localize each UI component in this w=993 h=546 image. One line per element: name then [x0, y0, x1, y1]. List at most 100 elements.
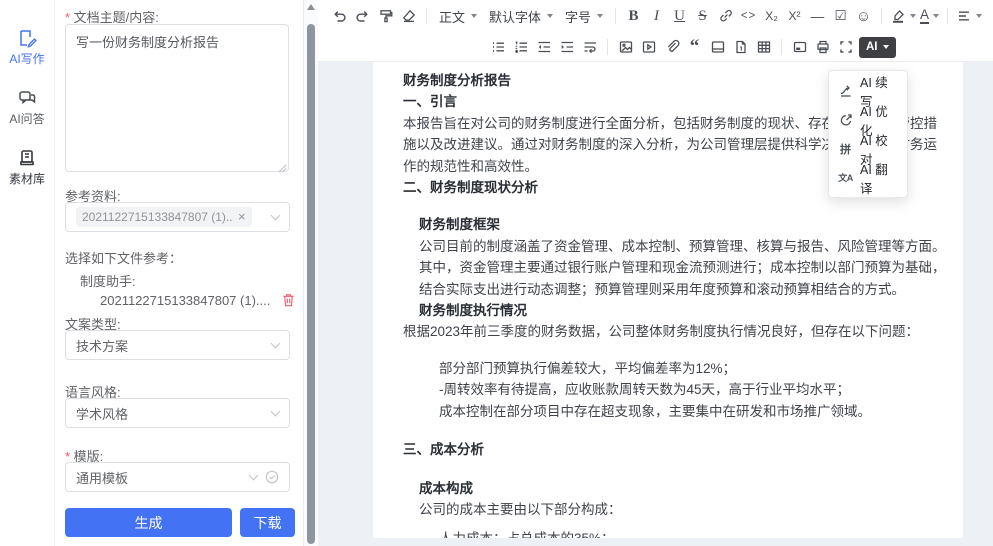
superscript-icon[interactable]: X² [783, 4, 806, 28]
caret-down-icon [547, 14, 553, 18]
todo-checkbox-icon[interactable]: ☑ [829, 4, 852, 28]
font-color-icon[interactable]: A [918, 4, 941, 28]
horizontal-rule-icon[interactable]: — [806, 4, 829, 28]
font-family-value: 默认字体 [489, 7, 541, 26]
font-size-value: 字号 [565, 7, 591, 26]
inline-code-icon[interactable]: <> [737, 4, 760, 28]
doc-type-select[interactable]: 技术方案 [65, 330, 290, 360]
attachment-icon[interactable] [660, 35, 683, 59]
embed-icon[interactable] [788, 35, 811, 59]
table-icon[interactable] [752, 35, 775, 59]
ai-qa-icon [17, 88, 37, 108]
doc-line: 根据2023年前三季度的财务数据，公司整体财务制度执行情况良好，但存在以下问题： [403, 321, 937, 342]
ai-writing-icon [17, 28, 37, 48]
scroll-up-arrow-icon[interactable] [307, 4, 315, 10]
generate-button[interactable]: 生成 [65, 508, 232, 537]
emoji-icon[interactable]: ☺ [852, 4, 875, 28]
highlight-color-icon[interactable] [888, 4, 918, 28]
bold-icon[interactable]: B [622, 4, 645, 28]
eraser-icon[interactable] [397, 4, 420, 28]
doc-list-item: 人力成本：占总成本的35%； [403, 528, 937, 538]
fullscreen-icon[interactable] [834, 35, 857, 59]
template-select[interactable]: 通用模板 [65, 462, 290, 492]
doc-list-item: -周转效率有待提高，应收账款周转天数为45天，高于行业平均水平； [403, 379, 937, 400]
doc-subheading: 成本构成 [403, 478, 937, 499]
undo-icon[interactable] [328, 4, 351, 28]
link-icon[interactable] [714, 4, 737, 28]
language-style-select[interactable]: 学术风格 [65, 398, 290, 428]
sidebar-item-material-library[interactable]: 素材库 [0, 148, 54, 187]
ai-button-label: AI [866, 41, 878, 53]
divider [947, 8, 948, 24]
doc-line: 公司的成本主要由以下部分构成： [403, 499, 937, 520]
bullet-list-icon[interactable] [486, 35, 509, 59]
align-icon[interactable] [954, 4, 984, 28]
doc-type-value: 技术方案 [76, 336, 272, 355]
doc-line: 其中，资金管理主要通过银行账户管理和现金流预测进行；成本控制以部门预算为基础， [403, 257, 937, 278]
caret-down-icon [471, 14, 477, 18]
left-nav-rail: AI写作 AI问答 素材库 [0, 0, 55, 546]
video-icon[interactable] [637, 35, 660, 59]
ai-continue-icon [838, 83, 853, 98]
font-family-select[interactable]: 默认字体 [483, 4, 559, 28]
sidebar-item-label: AI问答 [0, 110, 54, 127]
ai-proofread-icon: 拼 [838, 141, 853, 156]
text-wrap-icon[interactable] [578, 35, 601, 59]
sidebar-item-label: AI写作 [0, 50, 54, 67]
image-icon[interactable] [614, 35, 637, 59]
language-style-value: 学术风格 [76, 404, 272, 423]
topic-textarea[interactable]: 写一份财务制度分析报告 [65, 24, 289, 172]
editor-area: 正文 默认字体 字号 B I U S <> X₂ X² — ☑ [318, 0, 993, 546]
page-break-icon[interactable] [729, 35, 752, 59]
redo-icon[interactable] [351, 4, 374, 28]
format-painter-icon[interactable] [374, 4, 397, 28]
blockquote-icon[interactable]: “ [683, 35, 706, 59]
chevron-down-icon [249, 470, 259, 480]
font-size-select[interactable]: 字号 [559, 4, 609, 28]
code-block-icon[interactable] [706, 35, 729, 59]
tag-close-icon[interactable]: × [238, 212, 246, 222]
material-library-icon [17, 148, 37, 168]
reference-select[interactable]: 2021122715133847807 (1).... × [65, 202, 290, 232]
print-icon[interactable] [811, 35, 834, 59]
toolbar-row-2: “ [318, 32, 993, 62]
ordered-list-icon[interactable] [509, 35, 532, 59]
sidebar-item-ai-writing[interactable]: AI写作 [0, 28, 54, 67]
ai-dropdown-button[interactable]: AI [859, 37, 896, 58]
check-circle-icon [265, 470, 279, 484]
underline-icon[interactable]: U [668, 4, 691, 28]
divider [607, 39, 608, 55]
doc-line: 公司目前的制度涵盖了资金管理、成本控制、预算管理、核算与报告、风险管理等方面。 [403, 236, 937, 257]
ai-optimize-icon [838, 112, 853, 127]
paragraph-style-select[interactable]: 正文 [433, 4, 483, 28]
assistant-label: 制度助手: [80, 271, 136, 290]
italic-icon[interactable]: I [645, 4, 668, 28]
doc-text: 施以及改进建议。通过对财务制度的深入分析，为公司管理层提供科学决 [403, 134, 835, 155]
scrollbar-thumb[interactable] [307, 24, 315, 544]
outdent-icon[interactable] [532, 35, 555, 59]
reference-file-tag: 2021122715133847807 (1).... × [76, 207, 252, 227]
divider [881, 8, 882, 24]
paragraph-style-value: 正文 [439, 7, 465, 26]
menu-item-ai-translate[interactable]: 文A AI 翻译 [829, 163, 907, 192]
form-scrollbar[interactable] [303, 0, 318, 546]
chevron-down-icon [271, 406, 281, 416]
strikethrough-icon[interactable]: S [691, 4, 714, 28]
sidebar-item-label: 素材库 [0, 170, 54, 187]
assistant-file-name: 2021122715133847807 (1).... [100, 293, 270, 308]
font-color-letter: A [920, 8, 929, 24]
sidebar-item-ai-qa[interactable]: AI问答 [0, 88, 54, 127]
indent-icon[interactable] [555, 35, 578, 59]
toolbar-row-1: 正文 默认字体 字号 B I U S <> X₂ X² — ☑ [318, 0, 993, 32]
ai-dropdown-menu: AI 续写 AI 优化 拼 AI 校对 文A AI 翻译 [828, 70, 908, 198]
doc-list-item: 部分部门预算执行偏差较大，平均偏差率为12%； [403, 358, 937, 379]
doc-line: 结合实际支出进行动态调整；预算管理则采用年度预算和滚动预算相结合的方式。 [403, 279, 937, 300]
download-button[interactable]: 下载 [240, 508, 295, 537]
delete-file-icon[interactable] [281, 292, 296, 308]
chevron-down-icon [271, 338, 281, 348]
menu-item-label: AI 翻译 [860, 159, 898, 197]
ai-translate-icon: 文A [838, 170, 853, 185]
editor-canvas: 财务制度分析报告 一、引言 本报告旨在对公司的财务制度进行全面分析，包括财务制度… [318, 62, 993, 546]
subscript-icon[interactable]: X₂ [760, 4, 783, 28]
caret-down-icon [933, 14, 939, 18]
